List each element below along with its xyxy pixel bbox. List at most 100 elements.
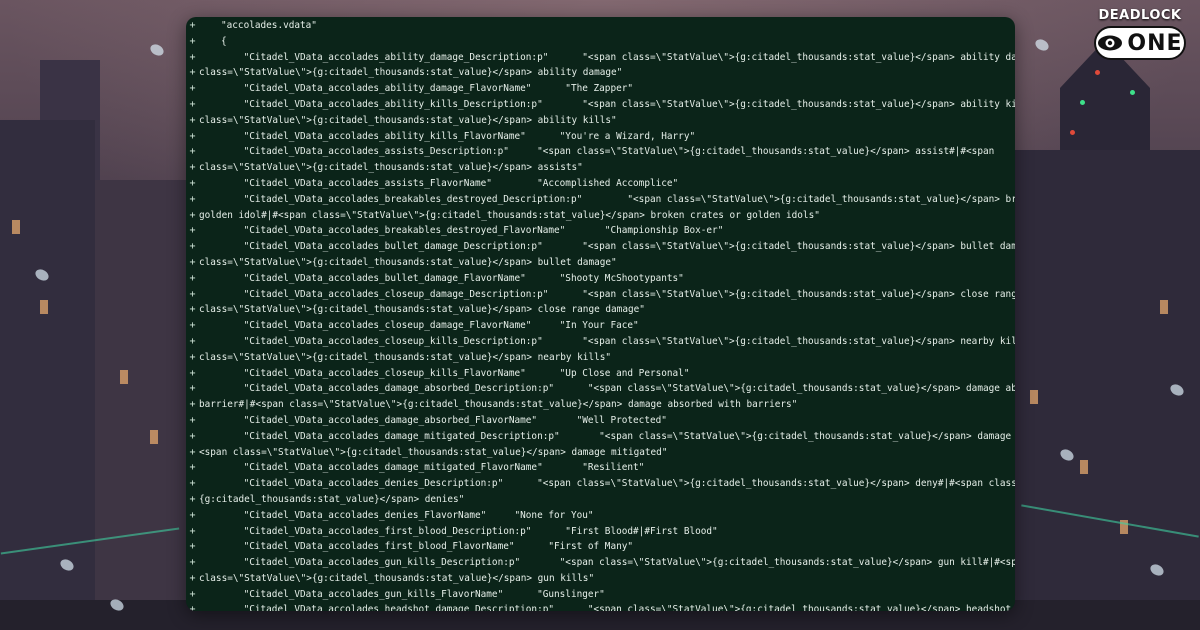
diff-line-text: "Citadel_VData_accolades_first_blood_Fla… <box>221 541 634 553</box>
diff-added-marker: + <box>189 525 196 537</box>
diff-added-marker: + <box>189 572 196 584</box>
diff-line: + "Citadel_VData_accolades_bullet_damage… <box>186 239 1015 255</box>
diff-line: + "Citadel_VData_accolades_damage_mitiga… <box>186 460 1015 476</box>
diff-added-marker: + <box>189 256 196 268</box>
diff-line: + "Citadel_VData_accolades_first_blood_D… <box>186 524 1015 540</box>
diff-line: + "accolades.vdata" <box>186 18 1015 34</box>
lit-window <box>1080 460 1088 474</box>
logo-pill-text: ONE <box>1127 30 1183 56</box>
diff-line: + "Citadel_VData_accolades_ability_kills… <box>186 97 1015 113</box>
tower-light <box>1130 90 1135 95</box>
diff-line-text: { <box>221 35 227 47</box>
diff-line: + class=\"StatValue\">{g:citadel_thousand… <box>186 350 1015 366</box>
diff-added-marker: + <box>189 272 196 284</box>
diff-line: + {g:citadel_thousands:stat_value}</span>… <box>186 492 1015 508</box>
diff-added-marker: + <box>189 67 196 79</box>
lit-window <box>40 300 48 314</box>
diff-line-text: "Citadel_VData_accolades_denies_FlavorNa… <box>221 509 594 521</box>
diff-line: + "Citadel_VData_accolades_closeup_damag… <box>186 318 1015 334</box>
diff-line: + "Citadel_VData_accolades_closeup_damag… <box>186 287 1015 303</box>
diff-added-marker: + <box>189 383 196 395</box>
eye-icon <box>1098 35 1123 51</box>
diff-line: + "Citadel_VData_accolades_damage_absorb… <box>186 413 1015 429</box>
diff-line: + "Citadel_VData_accolades_assists_Descr… <box>186 144 1015 160</box>
diff-line-text: "Citadel_VData_accolades_gun_kills_Flavo… <box>221 588 605 600</box>
diff-line-text: "Citadel_VData_accolades_damage_absorbed… <box>221 414 667 426</box>
diff-line-text: "Citadel_VData_accolades_ability_damage_… <box>221 51 1015 63</box>
diff-line: + barrier#|#<span class=\"StatValue\">{g:… <box>186 397 1015 413</box>
diff-added-marker: + <box>189 225 196 237</box>
diff-line-text: "Citadel_VData_accolades_denies_Descript… <box>221 478 1015 490</box>
diff-line-continuation: golden idol#|#<span class=\"StatValue\">… <box>199 209 820 221</box>
diff-line-continuation: class=\"StatValue\">{g:citadel_thousands… <box>199 256 617 268</box>
diff-line-text: "Citadel_VData_accolades_ability_kills_F… <box>221 130 696 142</box>
diff-line: + "Citadel_VData_accolades_ability_kills… <box>186 129 1015 145</box>
diff-line-text: "accolades.vdata" <box>221 20 317 31</box>
diff-added-marker: + <box>189 541 196 553</box>
diff-line: + "Citadel_VData_accolades_damage_mitiga… <box>186 429 1015 445</box>
diff-line-continuation: <span class=\"StatValue\">{g:citadel_tho… <box>199 446 668 458</box>
diff-line: + "Citadel_VData_accolades_denies_Flavor… <box>186 508 1015 524</box>
lit-window <box>150 430 158 444</box>
lit-window <box>12 220 20 234</box>
diff-line-continuation: class=\"StatValue\">{g:citadel_thousands… <box>199 114 617 126</box>
diff-added-marker: + <box>189 509 196 521</box>
diff-line: + "Citadel_VData_accolades_ability_damag… <box>186 50 1015 66</box>
diff-line-text: "Citadel_VData_accolades_first_blood_Des… <box>221 525 718 537</box>
diff-line: + class=\"StatValue\">{g:citadel_thousand… <box>186 302 1015 318</box>
diff-line: + "Citadel_VData_accolades_first_blood_F… <box>186 539 1015 555</box>
diff-line: + class=\"StatValue\">{g:citadel_thousand… <box>186 571 1015 587</box>
logo-top-text: DEADLOCK <box>1098 8 1182 23</box>
diff-line-text: "Citadel_VData_accolades_ability_kills_D… <box>221 98 1015 110</box>
diff-line: + "Citadel_VData_accolades_breakables_de… <box>186 192 1015 208</box>
lit-window <box>1030 390 1038 404</box>
diff-line-text: "Citadel_VData_accolades_assists_FlavorN… <box>221 177 679 189</box>
diff-line-continuation: barrier#|#<span class=\"StatValue\">{g:c… <box>199 399 798 411</box>
diff-added-marker: + <box>189 493 196 505</box>
tower-light <box>1095 70 1100 75</box>
diff-line-continuation: class=\"StatValue\">{g:citadel_thousands… <box>199 162 583 174</box>
diff-line-text: "Citadel_VData_accolades_breakables_dest… <box>221 225 724 237</box>
diff-line-text: "Citadel_VData_accolades_damage_mitigate… <box>221 462 645 474</box>
diff-line-text: "Citadel_VData_accolades_headshot_damage… <box>221 604 1015 611</box>
diff-line: + "Citadel_VData_accolades_closeup_kills… <box>186 366 1015 382</box>
diff-added-marker: + <box>189 604 196 611</box>
building-left <box>0 120 95 630</box>
diff-added-marker: + <box>189 35 196 47</box>
diff-line: + "Citadel_VData_accolades_closeup_kills… <box>186 334 1015 350</box>
diff-added-marker: + <box>189 241 196 253</box>
diff-added-marker: + <box>189 177 196 189</box>
diff-line-continuation: class=\"StatValue\">{g:citadel_thousands… <box>199 572 595 584</box>
diff-lines: + "accolades.vdata" +{+ "Citadel_VData_acc… <box>186 18 1015 611</box>
diff-added-marker: + <box>189 399 196 411</box>
diff-line: + "Citadel_VData_accolades_damage_absorb… <box>186 381 1015 397</box>
diff-line: +{ <box>186 34 1015 50</box>
diff-added-marker: + <box>189 351 196 363</box>
diff-line-text: "Citadel_VData_accolades_damage_absorbed… <box>221 383 1015 395</box>
diff-line: + "Citadel_VData_accolades_assists_Flavo… <box>186 176 1015 192</box>
diff-line-continuation: class=\"StatValue\">{g:citadel_thousands… <box>199 351 612 363</box>
diff-added-marker: + <box>189 209 196 221</box>
diff-line-text: "Citadel_VData_accolades_assists_Descrip… <box>221 146 995 158</box>
diff-added-marker: + <box>189 162 196 174</box>
diff-added-marker: + <box>189 51 196 63</box>
diff-added-marker: + <box>189 83 196 95</box>
diff-line: + class=\"StatValue\">{g:citadel_thousand… <box>186 160 1015 176</box>
diff-line: + "Citadel_VData_accolades_headshot_dama… <box>186 602 1015 611</box>
diff-line: + "Citadel_VData_accolades_gun_kills_Des… <box>186 555 1015 571</box>
diff-line: + "Citadel_VData_accolades_breakables_de… <box>186 223 1015 239</box>
tower-light <box>1080 100 1085 105</box>
code-diff-panel[interactable]: + "accolades.vdata" +{+ "Citadel_VData_acc… <box>186 17 1015 611</box>
diff-line: + "Citadel_VData_accolades_bullet_damage… <box>186 271 1015 287</box>
diff-added-marker: + <box>189 146 196 158</box>
diff-line-continuation: class=\"StatValue\">{g:citadel_thousands… <box>199 304 645 316</box>
diff-line-text: "Citadel_VData_accolades_closeup_kills_D… <box>221 335 1015 347</box>
diff-line: + class=\"StatValue\">{g:citadel_thousand… <box>186 255 1015 271</box>
diff-line: + golden idol#|#<span class=\"StatValue\"… <box>186 208 1015 224</box>
lit-window <box>1160 300 1168 314</box>
diff-line: + "Citadel_VData_accolades_gun_kills_Fla… <box>186 587 1015 603</box>
logo-pill: ONE <box>1094 26 1186 60</box>
diff-line-continuation: {g:citadel_thousands:stat_value}</span> … <box>199 493 465 505</box>
diff-line: + "Citadel_VData_accolades_denies_Descri… <box>186 476 1015 492</box>
diff-added-marker: + <box>189 335 196 347</box>
